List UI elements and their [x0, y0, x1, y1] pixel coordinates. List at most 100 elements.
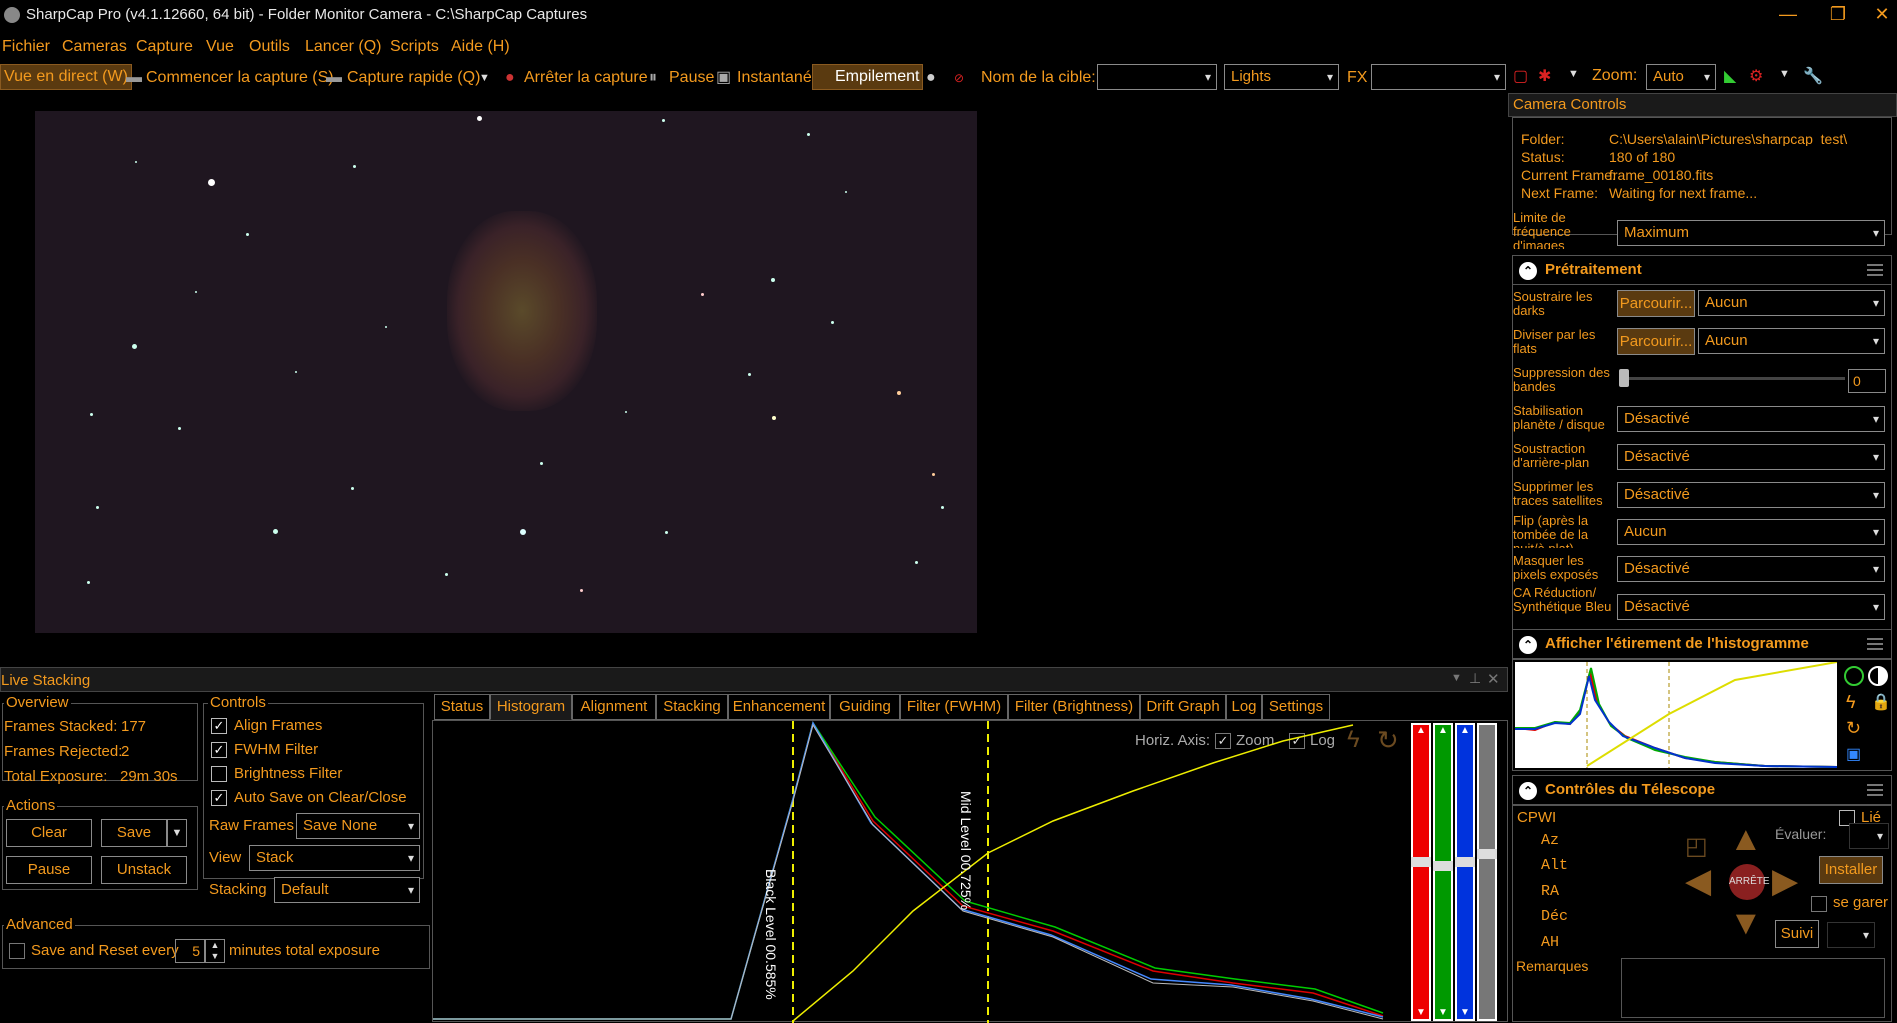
target-dropdown[interactable]: [1097, 64, 1217, 90]
histogram-stretch-header[interactable]: ⌃ Afficher l'étirement de l'histogramme: [1512, 629, 1892, 659]
snapshot-button[interactable]: Instantané: [737, 66, 812, 90]
menu-cameras[interactable]: Cameras: [62, 38, 127, 56]
preprocessing-header[interactable]: ⌃ Prétraitement: [1512, 255, 1892, 285]
mini-histogram[interactable]: [1515, 662, 1837, 768]
tab-filter-fwhm[interactable]: Filter (FWHM): [900, 694, 1008, 720]
histogram-panel[interactable]: Horiz. Axis: ✓ Zoom ✓ Log ϟ ↻ Black Leve…: [432, 720, 1508, 1023]
remarks-field[interactable]: [1621, 958, 1885, 1018]
arrow-down-icon[interactable]: ▼: [1729, 906, 1763, 940]
banding-value[interactable]: 0: [1848, 369, 1886, 393]
tracking-dropdown[interactable]: [1827, 922, 1875, 948]
luminance-slider-handle[interactable]: [1477, 849, 1497, 859]
quick-capture-button[interactable]: Capture rapide (Q): [347, 66, 480, 90]
power-icon[interactable]: [1844, 666, 1864, 686]
image-viewer[interactable]: [0, 93, 998, 658]
frame-rate-dropdown[interactable]: Maximum: [1617, 220, 1885, 246]
arrow-up-icon[interactable]: ▲: [1438, 725, 1448, 736]
minimize-icon[interactable]: —: [1768, 4, 1808, 26]
wrench-icon[interactable]: 🔧: [1803, 66, 1823, 86]
arrow-down-icon[interactable]: ▼: [1460, 1007, 1470, 1018]
reset-icon[interactable]: ↻: [1846, 718, 1861, 739]
chevron-down-icon[interactable]: ▼: [1568, 68, 1579, 80]
flats-dropdown[interactable]: Aucun: [1698, 328, 1885, 354]
darks-browse-button[interactable]: Parcourir...: [1617, 290, 1695, 317]
rate-dropdown[interactable]: [1849, 823, 1889, 849]
lock-icon[interactable]: 🔒: [1871, 692, 1891, 712]
tab-settings[interactable]: Settings: [1262, 694, 1330, 720]
pause-button[interactable]: Pause: [6, 856, 92, 884]
tab-guiding[interactable]: Guiding: [830, 694, 900, 720]
contrast-icon[interactable]: [1868, 666, 1888, 686]
ca-reduction-dropdown[interactable]: Désactivé: [1617, 594, 1885, 620]
menu-icon[interactable]: [1867, 638, 1883, 650]
close-icon[interactable]: ✕: [1862, 4, 1897, 26]
frame-icon[interactable]: ▢: [1513, 66, 1528, 86]
green-channel-slider[interactable]: ▲ ▼: [1433, 723, 1453, 1021]
arrow-up-icon[interactable]: ▲: [1416, 725, 1426, 736]
green-slider-handle[interactable]: [1433, 861, 1453, 871]
menu-vue[interactable]: Vue: [206, 38, 234, 56]
menu-lancer[interactable]: Lancer (Q): [305, 38, 381, 56]
tab-stacking[interactable]: Stacking: [656, 694, 728, 720]
autosave-checkbox[interactable]: ✓: [211, 790, 227, 806]
crosshair-icon[interactable]: ✱: [1538, 66, 1551, 86]
save-button[interactable]: Save: [101, 819, 167, 847]
collapse-icon[interactable]: ⌃: [1519, 262, 1537, 280]
unstack-button[interactable]: Unstack: [101, 856, 187, 884]
frame-type-dropdown[interactable]: Lights: [1224, 64, 1339, 90]
background-dropdown[interactable]: Désactivé: [1617, 444, 1885, 470]
tab-drift-graph[interactable]: Drift Graph: [1140, 694, 1226, 720]
chevron-down-icon[interactable]: ▼: [1779, 68, 1790, 80]
view-dropdown[interactable]: Stack: [249, 845, 420, 871]
chevron-down-icon[interactable]: ▼: [479, 66, 490, 90]
tracking-button[interactable]: Suivi: [1775, 920, 1819, 948]
install-button[interactable]: Installer: [1819, 856, 1883, 884]
banding-slider-handle[interactable]: [1619, 369, 1629, 387]
fwhm-checkbox[interactable]: ✓: [211, 742, 227, 758]
arrow-down-icon[interactable]: ▼: [1438, 1007, 1448, 1018]
luminance-channel-slider[interactable]: [1477, 723, 1497, 1021]
stabilization-dropdown[interactable]: Désactivé: [1617, 406, 1885, 432]
camera-controls-header[interactable]: Camera Controls: [1508, 93, 1897, 117]
hot-pixels-dropdown[interactable]: Désactivé: [1617, 556, 1885, 582]
red-slider-handle[interactable]: [1411, 857, 1431, 867]
menu-outils[interactable]: Outils: [249, 38, 290, 56]
menu-icon[interactable]: [1867, 264, 1883, 276]
spiral-icon[interactable]: ◰: [1685, 832, 1708, 861]
blue-channel-slider[interactable]: ▲ ▼: [1455, 723, 1475, 1021]
banding-slider[interactable]: [1620, 377, 1845, 380]
flip-dropdown[interactable]: Aucun: [1617, 519, 1885, 545]
chevron-down-icon[interactable]: ▼: [1451, 672, 1462, 684]
red-channel-slider[interactable]: ▲ ▼: [1411, 723, 1431, 1021]
tab-histogram[interactable]: Histogram: [490, 694, 572, 720]
arrow-right-icon[interactable]: ▶: [1772, 864, 1798, 898]
brightness-checkbox[interactable]: [211, 766, 227, 782]
pause-button[interactable]: Pause: [669, 66, 714, 90]
tab-status[interactable]: Status: [434, 694, 490, 720]
menu-aide[interactable]: Aide (H): [451, 38, 510, 56]
settings-icon[interactable]: ⚙: [1749, 66, 1763, 86]
start-capture-button[interactable]: Commencer la capture (S): [146, 66, 334, 90]
tab-filter-brightness[interactable]: Filter (Brightness): [1008, 694, 1140, 720]
tab-log[interactable]: Log: [1226, 694, 1262, 720]
menu-scripts[interactable]: Scripts: [390, 38, 439, 56]
stacking-dropdown[interactable]: Default: [274, 877, 420, 903]
save-reset-checkbox[interactable]: [9, 943, 25, 959]
live-view-button[interactable]: Vue en direct (W): [0, 64, 132, 90]
raw-frames-dropdown[interactable]: Save None: [296, 813, 420, 839]
arrow-down-icon[interactable]: ▼: [1416, 1007, 1426, 1018]
lightning-icon[interactable]: ϟ: [1846, 692, 1856, 713]
arrow-left-icon[interactable]: ◀: [1685, 864, 1711, 898]
arrow-up-icon[interactable]: ▲: [1729, 822, 1763, 856]
blue-slider-handle[interactable]: [1455, 857, 1475, 867]
save-options-button[interactable]: ▼: [167, 819, 187, 847]
darks-dropdown[interactable]: Aucun: [1698, 290, 1885, 316]
align-checkbox[interactable]: ✓: [211, 718, 227, 734]
histogram-icon[interactable]: ◣: [1724, 66, 1736, 86]
fx-dropdown[interactable]: [1371, 64, 1506, 90]
collapse-icon[interactable]: ⌃: [1519, 636, 1537, 654]
collapse-icon[interactable]: ⌃: [1519, 782, 1537, 800]
zoom-dropdown[interactable]: Auto: [1646, 64, 1716, 90]
tab-enhancement[interactable]: Enhancement: [728, 694, 830, 720]
stop-button[interactable]: ARRÊTE: [1729, 864, 1770, 900]
